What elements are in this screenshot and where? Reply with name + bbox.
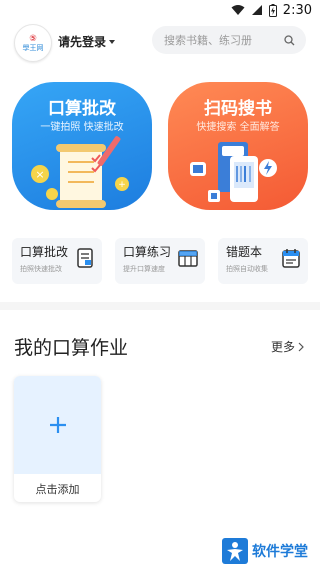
- shortcut-oral-math-practice-title: 口算练习: [123, 245, 172, 259]
- shortcut-oral-math-practice-subtitle: 提升口算速度: [123, 265, 165, 273]
- add-homework-area[interactable]: [14, 376, 101, 474]
- oral-math-check-card[interactable]: 口算批改 一键拍照 快速批改 × +: [12, 82, 152, 210]
- signal-icon: [251, 5, 262, 15]
- shortcut-oral-math-check-title: 口算批改: [20, 245, 69, 259]
- watermark: 软件学堂: [222, 538, 308, 564]
- status-bar: 2:30: [0, 0, 320, 20]
- homework-check-illustration-icon: × +: [31, 136, 129, 208]
- shortcut-cards: 口算批改 拍照快速批改 口算练习 提升口算速度 错题本 拍照自动收集: [12, 238, 308, 284]
- svg-text:+: +: [118, 180, 126, 190]
- search-bar[interactable]: [152, 26, 306, 54]
- chevron-right-icon: [298, 342, 304, 351]
- calendar-book-icon: [282, 249, 300, 268]
- add-homework-card[interactable]: 点击添加: [14, 376, 101, 502]
- logo-mark-icon: ⑤: [29, 34, 37, 44]
- app-header: ⑤ 學王网 请先登录: [0, 22, 320, 62]
- section-divider: [0, 302, 320, 310]
- logo-text: 學王网: [22, 44, 44, 52]
- feature-cards: 口算批改 一键拍照 快速批改 × + 扫码搜书 快捷搜索 全面解答: [0, 82, 320, 212]
- oral-math-check-subtitle: 一键拍照 快速批改: [40, 122, 124, 133]
- shortcut-oral-math-practice[interactable]: 口算练习 提升口算速度: [115, 238, 205, 284]
- status-time: 2:30: [282, 2, 312, 18]
- plus-icon: [49, 417, 66, 433]
- scan-search-book-title: 扫码搜书: [204, 99, 272, 119]
- grid-practice-icon: [178, 250, 198, 267]
- scan-search-book-card[interactable]: 扫码搜书 快捷搜索 全面解答: [168, 82, 308, 210]
- oral-math-check-title: 口算批改: [48, 99, 116, 119]
- svg-text:×: ×: [35, 168, 44, 181]
- more-label: 更多: [270, 340, 295, 354]
- shortcut-oral-math-check[interactable]: 口算批改 拍照快速批改: [12, 238, 102, 284]
- search-icon[interactable]: [284, 34, 295, 46]
- login-label: 请先登录: [58, 35, 107, 49]
- search-input[interactable]: [164, 33, 284, 47]
- shortcut-wrong-answers-book-title: 错题本: [226, 245, 263, 259]
- scan-search-book-subtitle: 快捷搜索 全面解答: [196, 122, 280, 133]
- my-homework-title: 我的口算作业: [14, 337, 129, 359]
- more-link[interactable]: 更多: [271, 338, 304, 355]
- battery-icon: [268, 3, 277, 17]
- app-logo: ⑤ 學王网: [14, 24, 52, 62]
- document-check-icon: [77, 248, 93, 268]
- login-dropdown[interactable]: 请先登录: [58, 33, 116, 50]
- watermark-logo-icon: [222, 538, 248, 564]
- wifi-icon: [231, 5, 245, 15]
- add-homework-label: 点击添加: [35, 483, 80, 496]
- scan-book-illustration-icon: [190, 142, 277, 202]
- shortcut-oral-math-check-subtitle: 拍照快速批改: [20, 265, 62, 273]
- shortcut-wrong-answers-book[interactable]: 错题本 拍照自动收集: [218, 238, 308, 284]
- watermark-text: 软件学堂: [252, 544, 308, 560]
- shortcut-wrong-answers-book-subtitle: 拍照自动收集: [226, 265, 268, 273]
- caret-down-icon: [109, 39, 116, 44]
